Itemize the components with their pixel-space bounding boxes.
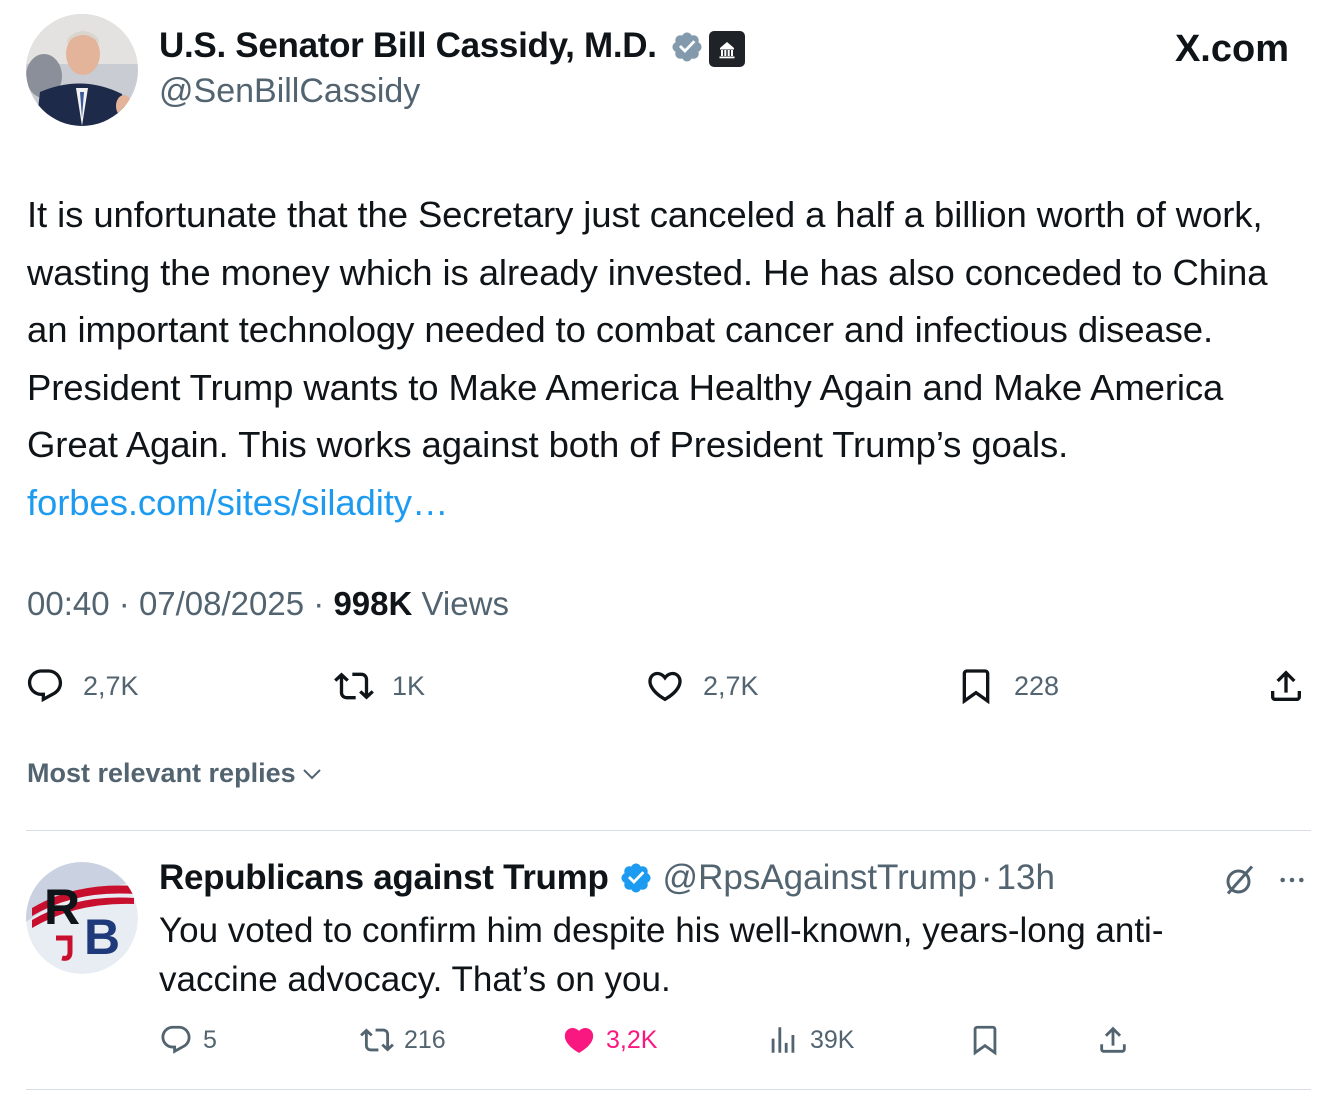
- government-badge-icon: [709, 31, 745, 67]
- reply-reply-button[interactable]: 5: [159, 1020, 217, 1060]
- bookmark-icon: [962, 669, 990, 705]
- chevron-down-icon: [302, 768, 321, 779]
- x-com-logo: X.com: [1174, 28, 1289, 70]
- tweet-text: It is unfortunate that the Secretary jus…: [27, 186, 1312, 531]
- tweet-date[interactable]: 07/08/2025: [139, 585, 304, 622]
- meta-separator: ·: [118, 585, 130, 622]
- more-options-icon[interactable]: [1276, 864, 1308, 896]
- bookmark-button[interactable]: 228: [956, 664, 1059, 708]
- reply-like-button[interactable]: 3,2K: [562, 1020, 657, 1060]
- tweet-body-text: It is unfortunate that the Secretary jus…: [27, 194, 1268, 465]
- verified-badge-icon: [621, 863, 651, 893]
- svg-text:R: R: [44, 879, 80, 935]
- repost-count: 1K: [392, 670, 426, 701]
- verified-badge-icon: [672, 32, 702, 62]
- replies-sort-label: Most relevant replies: [27, 758, 296, 788]
- analytics-icon: [771, 1027, 795, 1053]
- author-avatar[interactable]: [26, 14, 138, 126]
- repost-icon: [334, 672, 374, 700]
- like-button[interactable]: 2,7K: [645, 664, 759, 708]
- views-count: 998K: [333, 585, 413, 622]
- reply-bookmark-button[interactable]: [968, 1020, 1012, 1060]
- reply-author-avatar[interactable]: R B: [26, 862, 138, 974]
- share-button[interactable]: [1266, 664, 1324, 708]
- reply-time[interactable]: 13h: [997, 858, 1055, 898]
- divider: [26, 1089, 1311, 1090]
- bookmark-icon: [973, 1025, 997, 1056]
- reply-repost-count: 216: [404, 1025, 446, 1054]
- reply-text: You voted to confirm him despite his wel…: [159, 911, 1164, 999]
- svg-text:B: B: [84, 909, 120, 965]
- reply-icon: [161, 1025, 191, 1054]
- replies-sort-dropdown[interactable]: Most relevant replies: [27, 758, 324, 789]
- grok-icon[interactable]: [1222, 862, 1258, 898]
- reply-reply-count: 5: [203, 1025, 217, 1054]
- reply-views-button[interactable]: 39K: [766, 1020, 854, 1060]
- like-count: 2,7K: [703, 670, 759, 701]
- reply-icon: [27, 669, 63, 703]
- reply-like-count: 3,2K: [606, 1025, 658, 1054]
- share-icon: [1100, 1026, 1126, 1053]
- meta-separator: ·: [980, 858, 993, 897]
- reply-author-name[interactable]: Republicans against Trump: [159, 858, 609, 898]
- heart-filled-icon: [564, 1027, 594, 1053]
- repost-icon: [360, 1028, 394, 1052]
- repost-button[interactable]: 1K: [334, 664, 425, 708]
- reply-views-count: 39K: [810, 1025, 855, 1054]
- reply-repost-button[interactable]: 216: [360, 1020, 446, 1060]
- reply-author-handle[interactable]: @RpsAgainstTrump: [663, 858, 977, 898]
- reply-header: Republicans against Trump @RpsAgainstTru…: [159, 858, 1055, 898]
- tweet-time[interactable]: 00:40: [27, 585, 110, 622]
- tweet-meta: 00:40 · 07/08/2025 · 998K Views: [27, 585, 509, 623]
- divider: [26, 830, 1311, 831]
- reply-button[interactable]: 2,7K: [25, 664, 139, 708]
- share-icon: [1271, 670, 1301, 701]
- heart-icon: [648, 671, 682, 702]
- reply-share-button[interactable]: [1096, 1020, 1140, 1060]
- meta-separator: ·: [313, 585, 325, 622]
- tweet-link[interactable]: forbes.com/sites/siladity…: [27, 482, 448, 523]
- bookmark-count: 228: [1014, 670, 1060, 701]
- author-handle[interactable]: @SenBillCassidy: [159, 72, 420, 111]
- author-display-name[interactable]: U.S. Senator Bill Cassidy, M.D.: [159, 26, 657, 66]
- views-label: Views: [421, 585, 509, 622]
- reply-count: 2,7K: [83, 670, 139, 701]
